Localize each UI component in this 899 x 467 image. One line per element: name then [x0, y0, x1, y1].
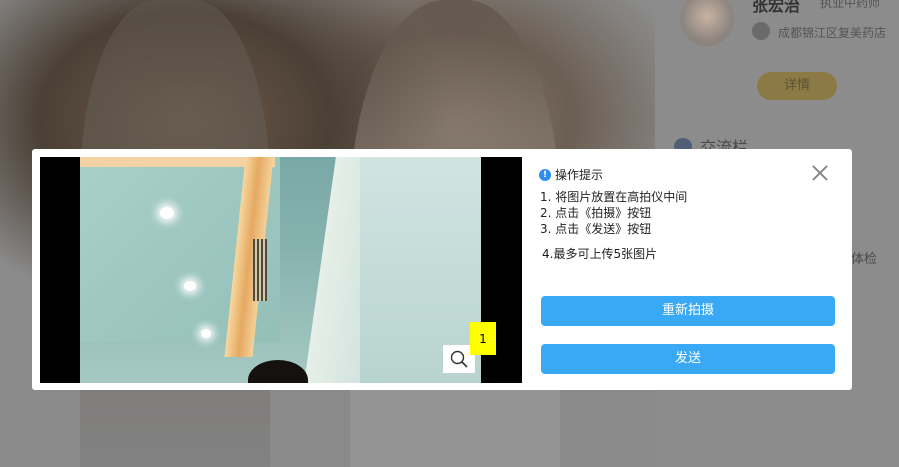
- camera-preview: [80, 157, 481, 383]
- camera-viewer: [40, 157, 522, 383]
- tips-header: ! 操作提示: [539, 166, 603, 183]
- search-icon: [450, 350, 468, 368]
- photo-upload-dialog: 1 ! 操作提示 1. 将图片放置在高拍仪中间 2. 点击《拍摄》按钮 3. 点…: [32, 149, 852, 390]
- retake-button[interactable]: 重新拍摄: [541, 296, 835, 326]
- image-count-badge[interactable]: 1: [470, 322, 496, 355]
- preview-vent: [253, 239, 267, 301]
- tip-item: 3. 点击《发送》按钮: [540, 222, 652, 236]
- tip-item: 1. 将图片放置在高拍仪中间: [540, 190, 688, 204]
- side-text: 体检: [851, 252, 878, 267]
- location-pin-icon: [752, 22, 770, 40]
- doctor-title: 执业中药师: [820, 0, 881, 10]
- preview-lamp: [160, 207, 174, 219]
- preview-person-head: [248, 360, 308, 383]
- doctor-address: 成都锦江区复美药店: [778, 26, 887, 40]
- preview-lamp: [184, 281, 196, 291]
- tip-item-limit: 4.最多可上传5张图片: [542, 247, 658, 261]
- detail-button[interactable]: 详情: [757, 72, 837, 100]
- tips-title: 操作提示: [555, 168, 604, 182]
- info-icon: !: [539, 168, 551, 181]
- doctor-name: 张宏治: [752, 0, 801, 15]
- close-icon[interactable]: [808, 161, 832, 185]
- preview-lamp: [201, 329, 211, 338]
- tips-list: 1. 将图片放置在高拍仪中间 2. 点击《拍摄》按钮 3. 点击《发送》按钮: [540, 189, 687, 237]
- send-button[interactable]: 发送: [541, 344, 835, 374]
- tip-item: 2. 点击《拍摄》按钮: [540, 206, 652, 220]
